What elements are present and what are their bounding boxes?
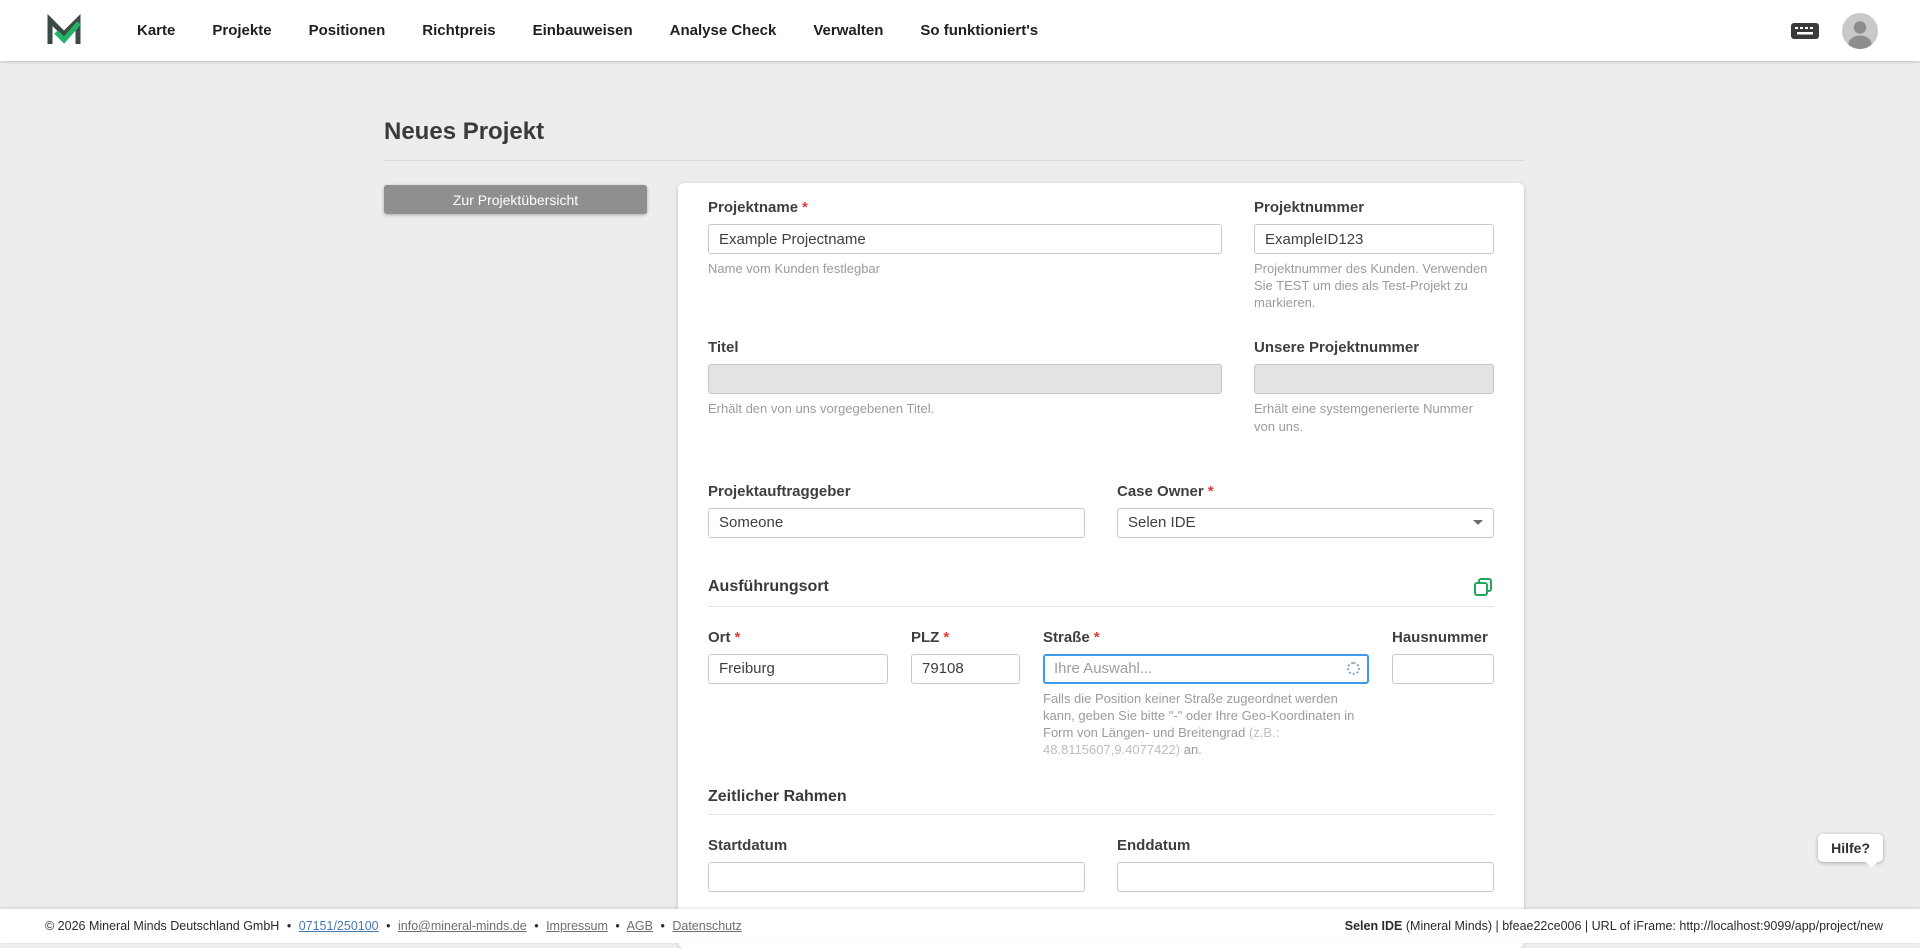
required-asterisk: * xyxy=(943,629,949,646)
chevron-down-icon xyxy=(1473,520,1483,525)
titel-label: Titel xyxy=(708,339,1222,356)
plz-input[interactable] xyxy=(911,654,1020,684)
strasse-label: Straße* xyxy=(1043,629,1369,646)
ort-input[interactable] xyxy=(708,654,888,684)
strasse-input[interactable] xyxy=(1043,654,1369,684)
footer-separator: • xyxy=(660,919,664,933)
page-footer: © 2026 Mineral Minds Deutschland GmbH • … xyxy=(0,909,1920,943)
unsere-projektnummer-input xyxy=(1254,364,1494,394)
new-project-form-card: Projektname* Name vom Kunden festlegbar … xyxy=(678,183,1524,919)
footer-agb-link[interactable]: AGB xyxy=(627,919,653,933)
back-to-project-overview-button[interactable]: Zur Projektübersicht xyxy=(384,185,647,214)
footer-separator: • xyxy=(386,919,390,933)
footer-separator: • xyxy=(534,919,538,933)
projektnummer-label: Projektnummer xyxy=(1254,199,1494,216)
footer-separator: • xyxy=(287,919,291,933)
case-owner-label: Case Owner* xyxy=(1117,483,1494,500)
nav-item-analyse-check[interactable]: Analyse Check xyxy=(670,22,777,39)
page-title: Neues Projekt xyxy=(384,118,1524,161)
projektname-helper: Name vom Kunden festlegbar xyxy=(708,260,1222,277)
plz-label: PLZ* xyxy=(911,629,1020,646)
unsere-projektnummer-label: Unsere Projektnummer xyxy=(1254,339,1494,356)
mineral-minds-logo-icon[interactable] xyxy=(45,11,85,51)
projektname-input[interactable] xyxy=(708,224,1222,254)
left-column: Zur Projektübersicht xyxy=(384,183,678,919)
top-navbar: Karte Projekte Positionen Richtpreis Ein… xyxy=(0,0,1920,61)
navbar-right xyxy=(1790,13,1878,49)
footer-info: © 2026 Mineral Minds Deutschland GmbH • … xyxy=(45,919,746,933)
nav-item-so-funktionierts[interactable]: So funktioniert's xyxy=(920,22,1038,39)
section-title-ausfuehrungsort: Ausführungsort xyxy=(708,578,829,596)
projektauftraggeber-label: Projektauftraggeber xyxy=(708,483,1085,500)
keyboard-icon[interactable] xyxy=(1790,21,1820,41)
nav-item-verwalten[interactable]: Verwalten xyxy=(813,22,883,39)
required-asterisk: * xyxy=(1208,483,1214,500)
main-content: Neues Projekt Zur Projektübersicht Proje… xyxy=(0,61,1920,948)
strasse-helper: Falls die Position keiner Straße zugeord… xyxy=(1043,690,1369,759)
loading-spinner-icon xyxy=(1347,662,1360,675)
titel-input xyxy=(708,364,1222,394)
case-owner-select[interactable]: Selen IDE xyxy=(1117,508,1494,538)
startdatum-label: Startdatum xyxy=(708,837,1085,854)
footer-session-details: (Mineral Minds) | bfeae22ce006 | URL of … xyxy=(1402,919,1883,933)
footer-copyright: © 2026 Mineral Minds Deutschland GmbH xyxy=(45,919,279,933)
section-title-zeitlicher-rahmen: Zeitlicher Rahmen xyxy=(708,788,847,806)
required-asterisk: * xyxy=(1094,629,1100,646)
footer-separator: • xyxy=(615,919,619,933)
footer-impressum-link[interactable]: Impressum xyxy=(546,919,608,933)
nav-item-projekte[interactable]: Projekte xyxy=(212,22,271,39)
nav-item-richtpreis[interactable]: Richtpreis xyxy=(422,22,495,39)
main-navigation: Karte Projekte Positionen Richtpreis Ein… xyxy=(137,22,1075,39)
footer-session-info: Selen IDE (Mineral Minds) | bfeae22ce006… xyxy=(1345,919,1883,933)
hausnummer-label: Hausnummer xyxy=(1392,629,1494,646)
help-button-label: Hilfe? xyxy=(1831,840,1870,856)
help-button[interactable]: Hilfe? xyxy=(1818,834,1883,862)
projektnummer-helper: Projektnummer des Kunden. Verwenden Sie … xyxy=(1254,260,1494,311)
case-owner-value: Selen IDE xyxy=(1128,514,1196,531)
footer-phone-link[interactable]: 07151/250100 xyxy=(299,919,379,933)
unsere-projektnummer-helper: Erhält eine systemgenerierte Nummer von … xyxy=(1254,400,1494,434)
enddatum-input[interactable] xyxy=(1117,862,1494,892)
copy-icon[interactable] xyxy=(1472,576,1494,598)
nav-item-karte[interactable]: Karte xyxy=(137,22,175,39)
footer-email-link[interactable]: info@mineral-minds.de xyxy=(398,919,527,933)
footer-datenschutz-link[interactable]: Datenschutz xyxy=(672,919,741,933)
projektnummer-input[interactable] xyxy=(1254,224,1494,254)
nav-item-einbauweisen[interactable]: Einbauweisen xyxy=(533,22,633,39)
ort-label: Ort* xyxy=(708,629,888,646)
enddatum-label: Enddatum xyxy=(1117,837,1494,854)
hausnummer-input[interactable] xyxy=(1392,654,1494,684)
required-asterisk: * xyxy=(802,199,808,216)
user-avatar-icon[interactable] xyxy=(1842,13,1878,49)
titel-helper: Erhält den von uns vorgegebenen Titel. xyxy=(708,400,1222,417)
footer-user: Selen IDE xyxy=(1345,919,1403,933)
nav-item-positionen[interactable]: Positionen xyxy=(309,22,386,39)
required-asterisk: * xyxy=(735,629,741,646)
projektname-label: Projektname* xyxy=(708,199,1222,216)
startdatum-input[interactable] xyxy=(708,862,1085,892)
projektauftraggeber-input[interactable] xyxy=(708,508,1085,538)
